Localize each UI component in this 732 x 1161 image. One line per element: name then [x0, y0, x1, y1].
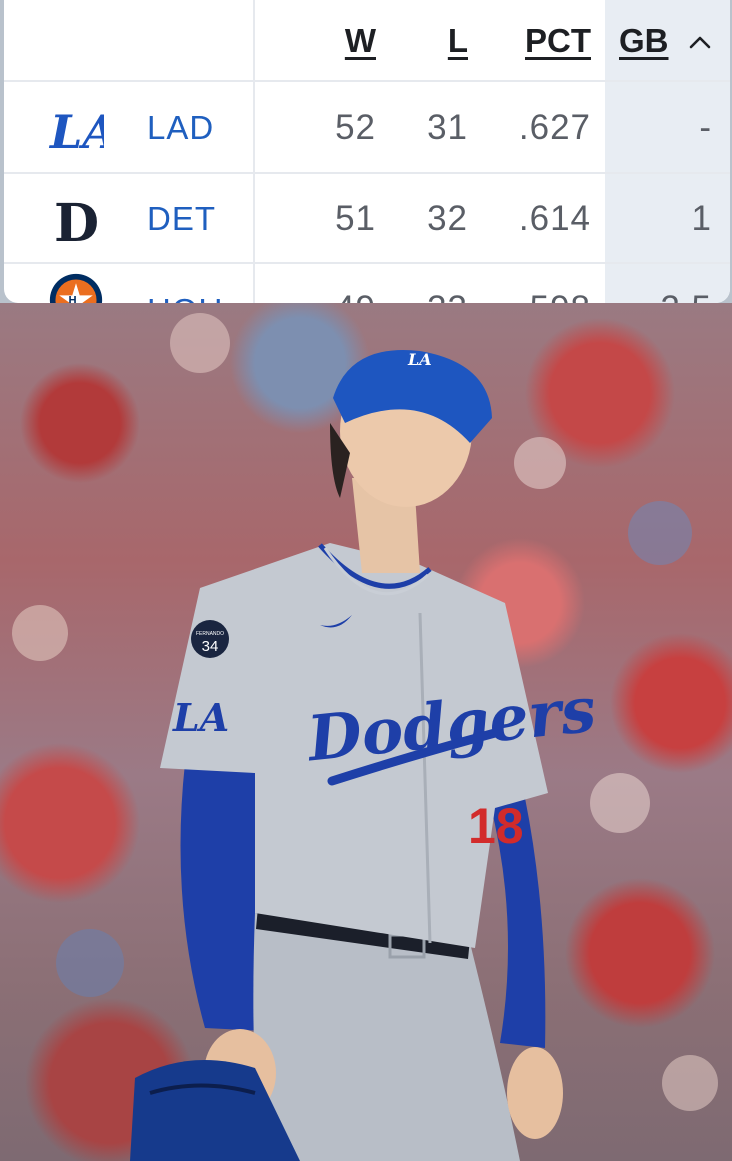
losses-value: 31	[427, 108, 468, 147]
table-header: W L PCT GB	[4, 0, 730, 80]
team-cell[interactable]: LA LAD	[4, 82, 255, 174]
svg-text:LA: LA	[407, 350, 432, 369]
gb-value: -	[699, 108, 712, 147]
losses-cell: 32	[377, 174, 484, 264]
pct-value: .598	[519, 289, 591, 303]
sort-ascending-icon[interactable]	[685, 28, 715, 58]
wins-cell: 51	[255, 174, 377, 264]
team-abbreviation[interactable]: DET	[147, 200, 216, 238]
table-row[interactable]: H HOU 49 33 .598 2.5	[4, 262, 730, 303]
table-row[interactable]: LA LAD 52 31 .627 -	[4, 80, 730, 174]
gb-cell: 2.5	[605, 264, 730, 303]
gb-value: 2.5	[660, 289, 712, 303]
wins-cell: 49	[255, 264, 377, 303]
tigers-logo-icon: D	[48, 191, 104, 247]
losses-cell: 31	[377, 82, 484, 174]
team-abbreviation[interactable]: HOU	[147, 292, 223, 303]
player-illustration: FERNANDO 34 LA Dodgers 18 LA	[12, 313, 718, 1161]
losses-cell: 33	[377, 264, 484, 303]
wins-cell: 52	[255, 82, 377, 174]
gb-cell: 1	[605, 174, 730, 264]
svg-text:H: H	[69, 295, 77, 303]
svg-text:LA: LA	[48, 105, 104, 156]
team-cell[interactable]: H HOU	[4, 264, 255, 303]
wins-value: 52	[335, 108, 376, 147]
player-photo: FERNANDO 34 LA Dodgers 18 LA	[0, 303, 732, 1161]
pct-value: .627	[518, 108, 591, 147]
gb-value: 1	[691, 199, 712, 238]
column-header-pct-label[interactable]: PCT	[525, 22, 591, 60]
pct-value: .614	[518, 199, 591, 238]
column-header-pct[interactable]: PCT	[484, 0, 605, 80]
astros-logo-icon: H	[48, 272, 104, 303]
svg-text:34: 34	[202, 638, 219, 655]
svg-text:D: D	[54, 193, 99, 247]
wins-value: 51	[335, 199, 376, 238]
table-row[interactable]: D DET 51 32 .614 1	[4, 172, 730, 264]
dodgers-logo-icon: LA	[48, 100, 104, 156]
column-header-gb[interactable]: GB	[605, 0, 730, 80]
team-abbreviation[interactable]: LAD	[147, 109, 214, 147]
svg-text:18: 18	[468, 798, 524, 854]
wins-value: 49	[335, 289, 376, 303]
header-team-cell	[4, 0, 255, 80]
svg-text:LA: LA	[172, 695, 229, 740]
gb-cell: -	[605, 82, 730, 174]
column-header-w-label[interactable]: W	[345, 22, 376, 60]
pct-cell: .627	[484, 82, 605, 174]
column-header-l[interactable]: L	[377, 0, 484, 80]
standings-table: W L PCT GB LA LAD 52 31 .627 -	[4, 0, 730, 303]
pct-cell: .614	[484, 174, 605, 264]
team-cell[interactable]: D DET	[4, 174, 255, 264]
column-header-w[interactable]: W	[255, 0, 377, 80]
column-header-l-label[interactable]: L	[448, 22, 468, 60]
pct-cell: .598	[484, 264, 605, 303]
losses-value: 33	[427, 289, 468, 303]
svg-text:FERNANDO: FERNANDO	[196, 631, 224, 637]
losses-value: 32	[427, 199, 468, 238]
column-header-gb-label[interactable]: GB	[619, 22, 669, 60]
